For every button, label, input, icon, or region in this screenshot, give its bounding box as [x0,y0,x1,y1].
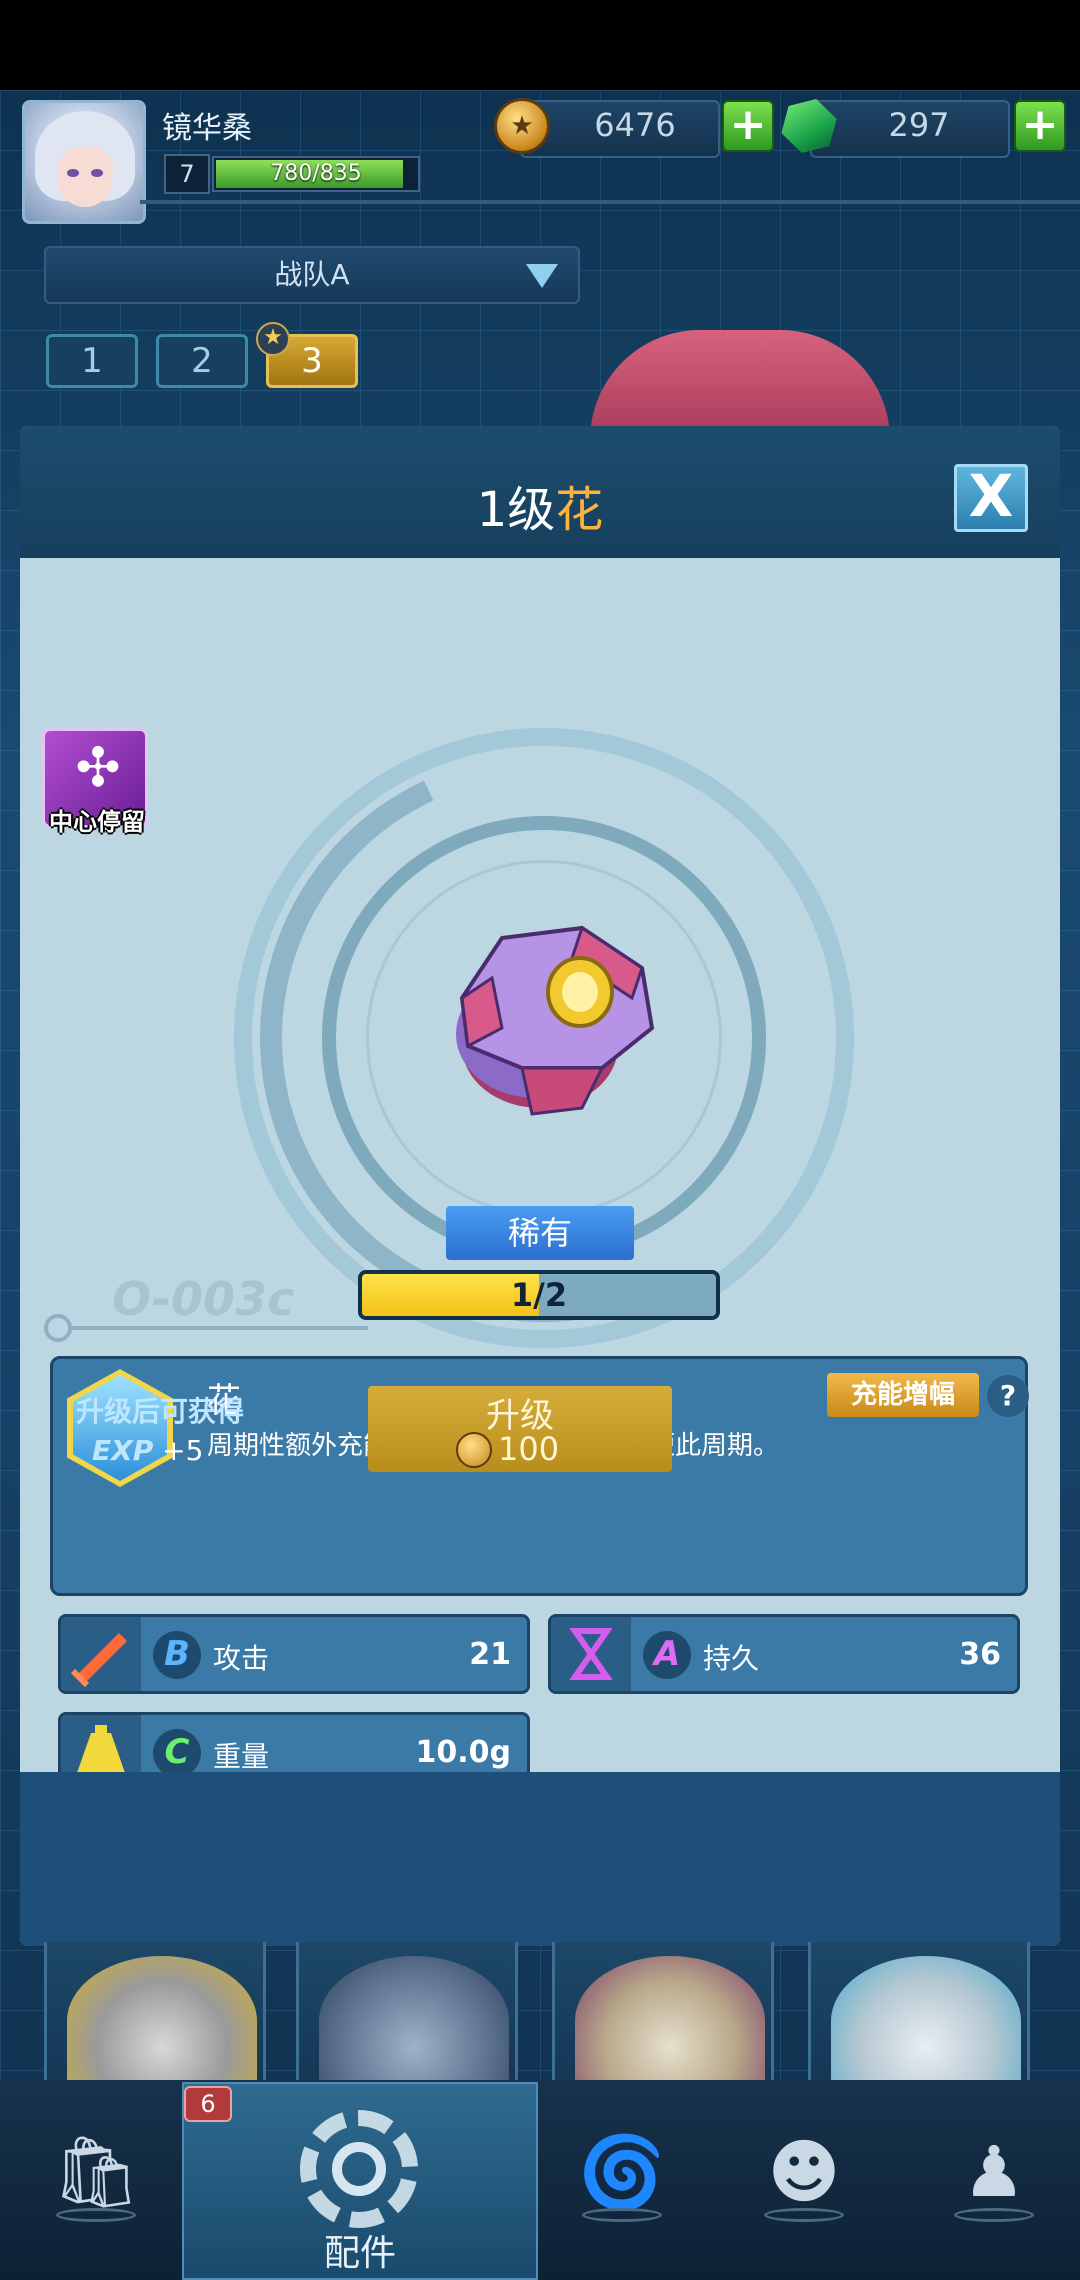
center-stay-label: 中心停留 [49,808,145,836]
header-divider [140,200,1080,204]
upgrade-reward-exp: EXP +5 [92,1434,203,1467]
part-card-2[interactable] [296,1942,518,2086]
exp-value: +5 [162,1434,204,1467]
shopping-bag-icon[interactable]: 🛍 [46,2122,146,2222]
modal-footer [20,1772,1060,1946]
demon-mask-icon[interactable]: ☻ [754,2122,854,2222]
converge-arrows-icon: ✣ [75,736,121,799]
stat-attack-value: 21 [469,1637,511,1672]
team-label: 战队A [274,258,350,291]
stat-weight-value: 10.0g [415,1735,512,1770]
player-level: 7 [164,154,210,194]
modal-body: ✣ 中心停留 稀有 O-003c 1/2 花 充能增幅 ? 周期性额外充能奥义，… [20,558,1060,1792]
code-line [58,1326,368,1330]
rarity-badge: 稀有 [446,1206,634,1260]
stat-stamina-grade: A [643,1631,691,1679]
add-coins-button[interactable]: + [722,100,774,152]
part-detail-modal: 1级花 X ✣ 中心停留 稀有 O-003c 1/2 花 充能增幅 ? 周期性额… [20,426,1060,1946]
nav-base [954,2208,1034,2222]
upgrade-cost: 100 [498,1430,560,1468]
stat-stamina: A 持久 36 [548,1614,1020,1694]
player-exp-bar: 780/835 [212,156,420,192]
part-card-4[interactable] [808,1942,1030,2086]
coin-amount: 6476 [594,106,676,144]
part-progress-bar: 1/2 [358,1270,720,1320]
stat-stamina-value: 36 [959,1637,1001,1672]
part-code: O-003c [112,1272,295,1326]
modal-title: 1级花 [20,470,1060,540]
add-gems-button[interactable]: + [1014,100,1066,152]
gear-center [332,2142,386,2196]
modal-header: 1级花 X [20,426,1060,558]
player-name: 镜华桑 [162,111,252,146]
stat-weight-label: 重量 [213,1740,270,1773]
part-name: 花 [555,482,604,538]
nav-base [764,2208,844,2222]
hourglass-icon [551,1617,631,1691]
stat-attack-grade: B [153,1631,201,1679]
skill-tag: 充能增幅 [827,1373,979,1417]
gem-amount: 297 [888,106,950,144]
part-progress-text: 1/2 [510,1276,568,1314]
part-level: 1级 [476,482,556,538]
coin-icon: ★ [494,98,550,154]
code-dot [44,1314,72,1342]
friends-icon[interactable]: ♟ [944,2122,1044,2222]
upgrade-button[interactable]: 升级 100 [368,1386,672,1472]
nav-base [582,2208,662,2222]
stat-attack-label: 攻击 [213,1642,270,1675]
parts-count-badge: 6 [184,2086,232,2122]
stat-stamina-label: 持久 [703,1642,760,1675]
part-card-3[interactable] [552,1942,774,2086]
player-avatar[interactable] [22,100,146,224]
player-exp-text: 780/835 [270,161,362,186]
bottom-navigation [0,2080,1080,2280]
upgrade-reward-label: 升级后可获得 [76,1395,245,1428]
team-dropdown[interactable]: 战队A [44,246,580,304]
nav-base [56,2208,136,2222]
close-button[interactable]: X [954,464,1028,532]
spin-swirl-icon[interactable]: 🌀 [572,2122,672,2222]
stat-attack: B 攻击 21 [58,1614,530,1694]
star-icon: ★ [256,322,290,356]
team-slot-1[interactable]: 1 [46,334,138,388]
stat-weight-grade: C [153,1729,201,1777]
help-button[interactable]: ? [987,1375,1029,1417]
spinning-top-part-image [456,925,655,1116]
nav-tab-parts-label: 配件 [323,2233,396,2274]
exp-label: EXP [92,1434,154,1467]
coin-icon [456,1432,492,1468]
sword-icon [61,1617,141,1691]
team-slot-2[interactable]: 2 [156,334,248,388]
chevron-down-icon [526,264,558,288]
part-card-1[interactable] [44,1942,266,2086]
